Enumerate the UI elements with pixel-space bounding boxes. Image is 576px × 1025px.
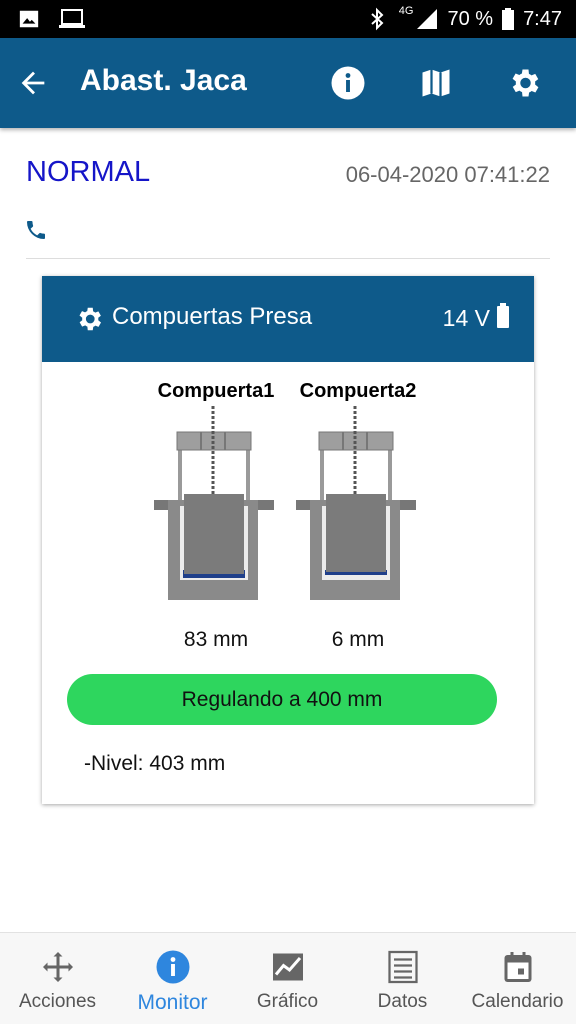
status-state: NORMAL [26, 156, 151, 188]
gate-2-name: Compuerta2 [299, 380, 417, 402]
nav-calendario[interactable]: Calendario [460, 933, 575, 1025]
regulating-status-button[interactable]: Regulando a 400 mm [67, 674, 497, 725]
clock: 7:47 [523, 7, 562, 30]
level-text: -Nivel: 403 mm [84, 752, 226, 775]
nav-label: Gráfico [256, 991, 319, 1012]
map-icon [422, 69, 450, 97]
list-icon [388, 950, 418, 984]
bluetooth-icon [371, 7, 384, 31]
laptop-icon [59, 9, 85, 28]
gate-2-diagram [296, 406, 416, 600]
info-icon [331, 66, 365, 100]
call-button[interactable] [24, 218, 48, 242]
nav-datos[interactable]: Datos [345, 933, 460, 1025]
gate-2-value: 6 mm [331, 628, 385, 651]
app-title: Abast. Jaca [80, 64, 247, 97]
nav-label: Acciones [18, 991, 97, 1012]
info-icon [156, 950, 190, 984]
nav-label: Calendario [471, 991, 564, 1012]
battery-percent: 70 % [447, 7, 494, 30]
card-header: Compuertas Presa 14 V [42, 276, 534, 362]
card-title: Compuertas Presa [112, 303, 313, 330]
battery-icon [497, 303, 509, 328]
move-arrows-icon [43, 952, 73, 982]
signal-type-label: 4G [398, 5, 414, 17]
status-bar: 4G 70 % 7:47 [0, 0, 576, 38]
gate-1-diagram [154, 406, 274, 600]
phone-icon [27, 221, 45, 239]
battery-icon [502, 8, 515, 30]
calendar-icon [504, 952, 532, 982]
back-arrow-icon [21, 71, 45, 95]
nav-acciones[interactable]: Acciones [0, 933, 115, 1025]
back-button[interactable] [16, 66, 50, 100]
card-settings-button[interactable] [74, 304, 104, 334]
voltage-value: 14 V [442, 305, 490, 331]
status-row: NORMAL 06-04-2020 07:41:22 [26, 150, 550, 200]
bottom-navigation: Acciones Monitor Gráfico Datos Calendari… [0, 932, 576, 1024]
map-button[interactable] [416, 63, 456, 103]
gates-card: Compuertas Presa 14 V Compuerta1 83 mm C… [42, 276, 534, 804]
image-icon [19, 10, 39, 28]
gear-icon [79, 307, 101, 331]
nav-label: Monitor [137, 991, 208, 1014]
chart-icon [273, 953, 303, 981]
status-timestamp: 06-04-2020 07:41:22 [345, 162, 550, 187]
divider [26, 258, 550, 259]
info-button[interactable] [328, 63, 368, 103]
signal-icon [417, 9, 438, 29]
gate-1-value: 83 mm [183, 628, 249, 651]
settings-button[interactable] [504, 63, 544, 103]
nav-grafico[interactable]: Gráfico [230, 933, 345, 1025]
gate-1-name: Compuerta1 [157, 380, 275, 402]
nav-label: Datos [377, 991, 428, 1012]
app-bar: Abast. Jaca [0, 38, 576, 128]
nav-monitor[interactable]: Monitor [115, 933, 230, 1025]
settings-icon [512, 69, 539, 97]
